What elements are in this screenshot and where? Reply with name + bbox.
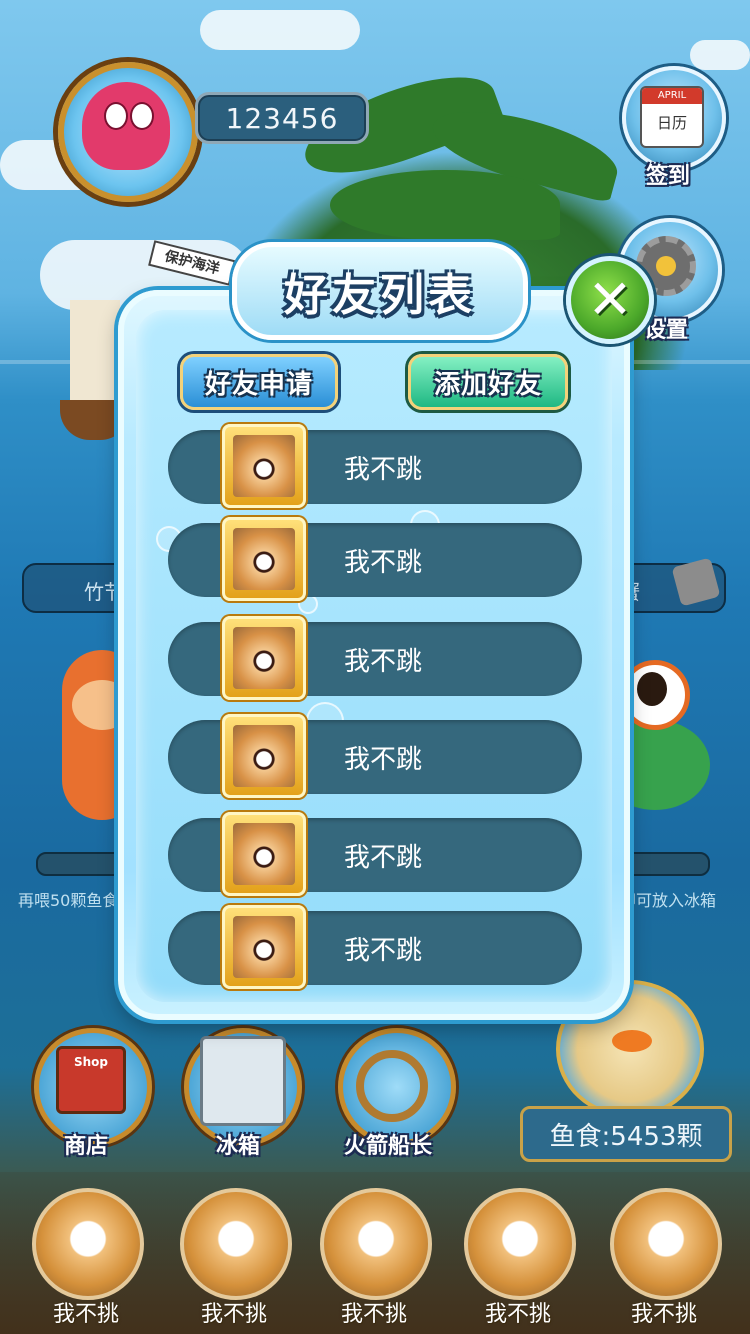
captain-label: 火箭船长 — [344, 1134, 433, 1159]
friend-avatar — [222, 812, 306, 896]
captain-icon — [356, 1050, 428, 1122]
cloud — [690, 40, 750, 70]
calendar-month: APRIL — [642, 88, 702, 104]
friend-avatar[interactable] — [32, 1188, 144, 1300]
friend-name: 我不跳 — [343, 646, 422, 677]
friend-avatar — [222, 905, 306, 989]
dog-avatar-icon — [233, 916, 295, 978]
friend-row[interactable]: 我不跳 — [168, 424, 582, 508]
friend-name: 我不挑 — [484, 1302, 551, 1327]
fish-icon — [612, 1030, 652, 1052]
fridge-label: 冰箱 — [216, 1134, 261, 1159]
friend-avatar[interactable] — [320, 1188, 432, 1300]
checkin-label: 签到 — [646, 164, 691, 189]
dog-avatar-icon — [233, 528, 295, 590]
calendar-icon: APRIL 日历 — [640, 86, 704, 148]
score-display: 123456 — [195, 92, 369, 144]
friend-row[interactable]: 我不跳 — [168, 905, 582, 989]
friend-row[interactable]: 我不跳 — [168, 714, 582, 798]
add-friend-button[interactable]: 添加好友 — [408, 354, 568, 410]
ship-sail — [70, 300, 120, 400]
friend-name: 我不挑 — [200, 1302, 267, 1327]
octopus-eye — [104, 102, 128, 130]
dog-avatar-icon — [233, 823, 295, 885]
octopus-avatar-icon — [82, 82, 170, 170]
palm-leaves — [330, 170, 560, 240]
friend-name: 我不挑 — [52, 1302, 119, 1327]
friend-avatar[interactable] — [464, 1188, 576, 1300]
friend-avatar — [222, 517, 306, 601]
friend-name: 我不跳 — [343, 842, 422, 873]
friend-avatar — [222, 616, 306, 700]
friend-row[interactable]: 我不跳 — [168, 616, 582, 700]
friend-name: 我不跳 — [343, 744, 422, 775]
friend-name: 我不跳 — [343, 547, 422, 578]
friend-row[interactable]: 我不跳 — [168, 812, 582, 896]
friend-avatar — [222, 714, 306, 798]
calendar-text: 日历 — [656, 114, 687, 132]
shop-label: 商店 — [64, 1134, 109, 1159]
fridge-icon — [200, 1036, 286, 1126]
dog-avatar-icon — [233, 435, 295, 497]
dog-avatar-icon — [233, 725, 295, 787]
shop-sign: Shop — [73, 1055, 109, 1069]
friend-name: 我不挑 — [340, 1302, 407, 1327]
friend-name: 我不跳 — [343, 454, 422, 485]
fish-food-counter: 鱼食:5453颗 — [520, 1106, 732, 1162]
dog-avatar-icon — [233, 627, 295, 689]
close-icon: ✕ — [587, 268, 633, 331]
friend-name: 我不挑 — [630, 1302, 697, 1327]
friend-name: 我不跳 — [343, 935, 422, 966]
friend-avatar — [222, 424, 306, 508]
close-button[interactable]: ✕ — [566, 256, 654, 344]
cloud — [200, 10, 360, 50]
friend-avatar[interactable] — [180, 1188, 292, 1300]
crab-pupil — [637, 672, 667, 706]
feed-hint-left: 再喂50颗鱼食 — [18, 891, 119, 910]
dialog-title: 好友列表 — [284, 270, 476, 321]
octopus-eye — [130, 102, 154, 130]
friend-row[interactable]: 我不跳 — [168, 517, 582, 601]
friend-requests-button[interactable]: 好友申请 — [180, 354, 338, 410]
shop-icon: Shop — [56, 1046, 126, 1114]
dialog-title-banner: 好友列表 — [232, 242, 528, 340]
friend-avatar[interactable] — [610, 1188, 722, 1300]
